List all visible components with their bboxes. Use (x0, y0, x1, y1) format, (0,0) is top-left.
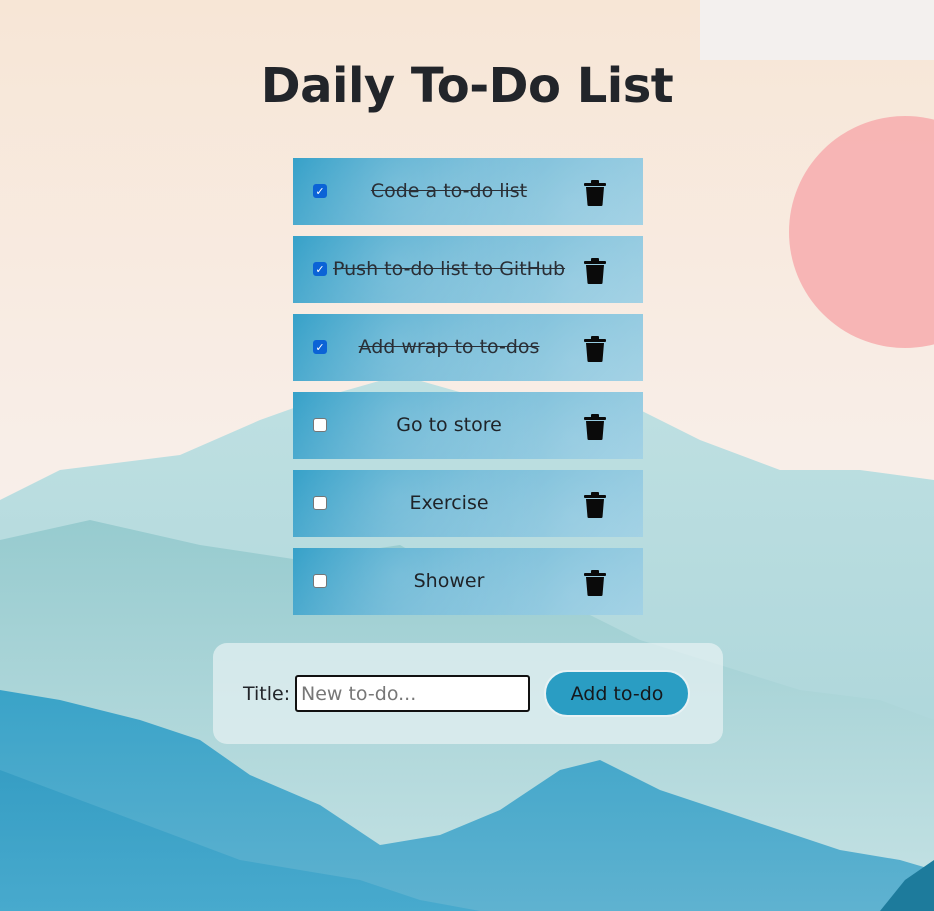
todo-item: ✓ Shower (293, 548, 643, 615)
todo-checkbox[interactable]: ✓ (313, 340, 327, 354)
todo-item: ✓ Push to-do list to GitHub (293, 236, 643, 303)
checkmark-icon: ✓ (315, 340, 325, 354)
todo-text: Shower (413, 570, 485, 592)
trash-icon[interactable] (584, 336, 606, 362)
trash-icon[interactable] (584, 492, 606, 518)
trash-icon[interactable] (584, 180, 606, 206)
add-todo-panel: Title: Add to-do (213, 643, 723, 744)
todo-item: ✓ Code a to-do list (293, 158, 643, 225)
todo-checkbox[interactable]: ✓ (313, 262, 327, 276)
todo-text: Add wrap to to-dos (358, 336, 540, 358)
todo-text: Push to-do list to GitHub (333, 258, 566, 280)
todo-item: ✓ Exercise (293, 470, 643, 537)
todo-list: ✓ Code a to-do list ✓ Push to-do list to… (293, 158, 643, 626)
trash-icon[interactable] (584, 414, 606, 440)
todo-checkbox[interactable]: ✓ (313, 574, 327, 588)
todo-text: Code a to-do list (370, 180, 528, 202)
trash-icon[interactable] (584, 258, 606, 284)
new-todo-input[interactable] (295, 675, 530, 712)
todo-item: ✓ Add wrap to to-dos (293, 314, 643, 381)
title-label: Title: (243, 683, 291, 705)
checkmark-icon: ✓ (315, 262, 325, 276)
todo-checkbox[interactable]: ✓ (313, 496, 327, 510)
todo-text: Go to store (396, 414, 502, 436)
trash-icon[interactable] (584, 570, 606, 596)
add-todo-button[interactable]: Add to-do (544, 670, 690, 717)
todo-item: ✓ Go to store (293, 392, 643, 459)
checkmark-icon: ✓ (315, 184, 325, 198)
todo-text: Exercise (409, 492, 489, 514)
todo-checkbox[interactable]: ✓ (313, 184, 327, 198)
page-title: Daily To-Do List (260, 58, 674, 114)
todo-checkbox[interactable]: ✓ (313, 418, 327, 432)
